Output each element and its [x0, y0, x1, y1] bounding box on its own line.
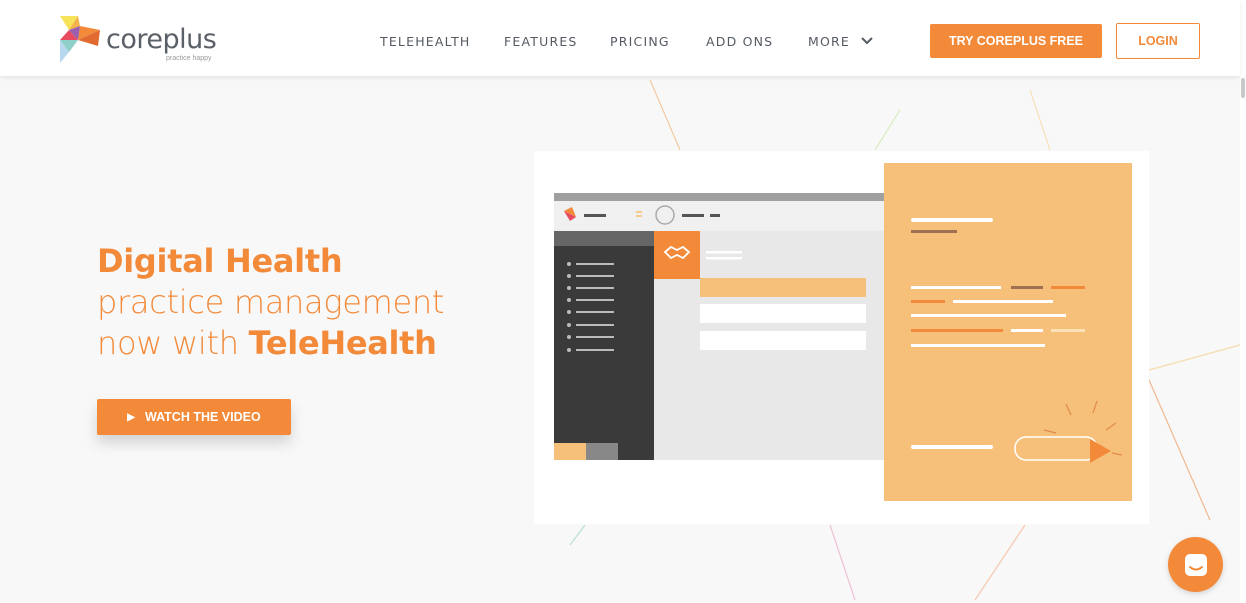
- app-mockup-illustration: [554, 163, 1132, 501]
- nav-add-ons[interactable]: ADD ONS: [706, 34, 773, 49]
- hero-subtitle-line: practice management: [97, 283, 445, 321]
- try-coreplus-free-button[interactable]: TRY COREPLUS FREE: [930, 24, 1102, 58]
- chat-widget-button[interactable]: [1168, 537, 1223, 592]
- nav-pricing[interactable]: PRICING: [610, 34, 670, 49]
- chat-icon: [1184, 553, 1207, 576]
- site-header: coreplus practice happy TELEHEALTH FEATU…: [0, 0, 1240, 76]
- login-button[interactable]: LOGIN: [1116, 23, 1200, 59]
- nav-more[interactable]: MORE: [808, 34, 873, 49]
- logo-tagline: practice happy: [166, 55, 212, 62]
- watch-video-button[interactable]: ▶ WATCH THE VIDEO: [97, 399, 291, 435]
- play-icon: ▶: [127, 411, 135, 423]
- chevron-down-icon: [860, 37, 873, 45]
- nav-telehealth[interactable]: TELEHEALTH: [380, 34, 471, 49]
- logo[interactable]: coreplus practice happy: [58, 16, 228, 66]
- logo-wordmark: coreplus: [106, 24, 217, 55]
- hero-illustration: [534, 151, 1149, 524]
- hero-telehealth-line: now with TeleHealth: [97, 324, 437, 362]
- logo-mark-icon: [60, 16, 100, 63]
- nav-features[interactable]: FEATURES: [504, 34, 578, 49]
- hero-title: Digital Health: [97, 242, 343, 280]
